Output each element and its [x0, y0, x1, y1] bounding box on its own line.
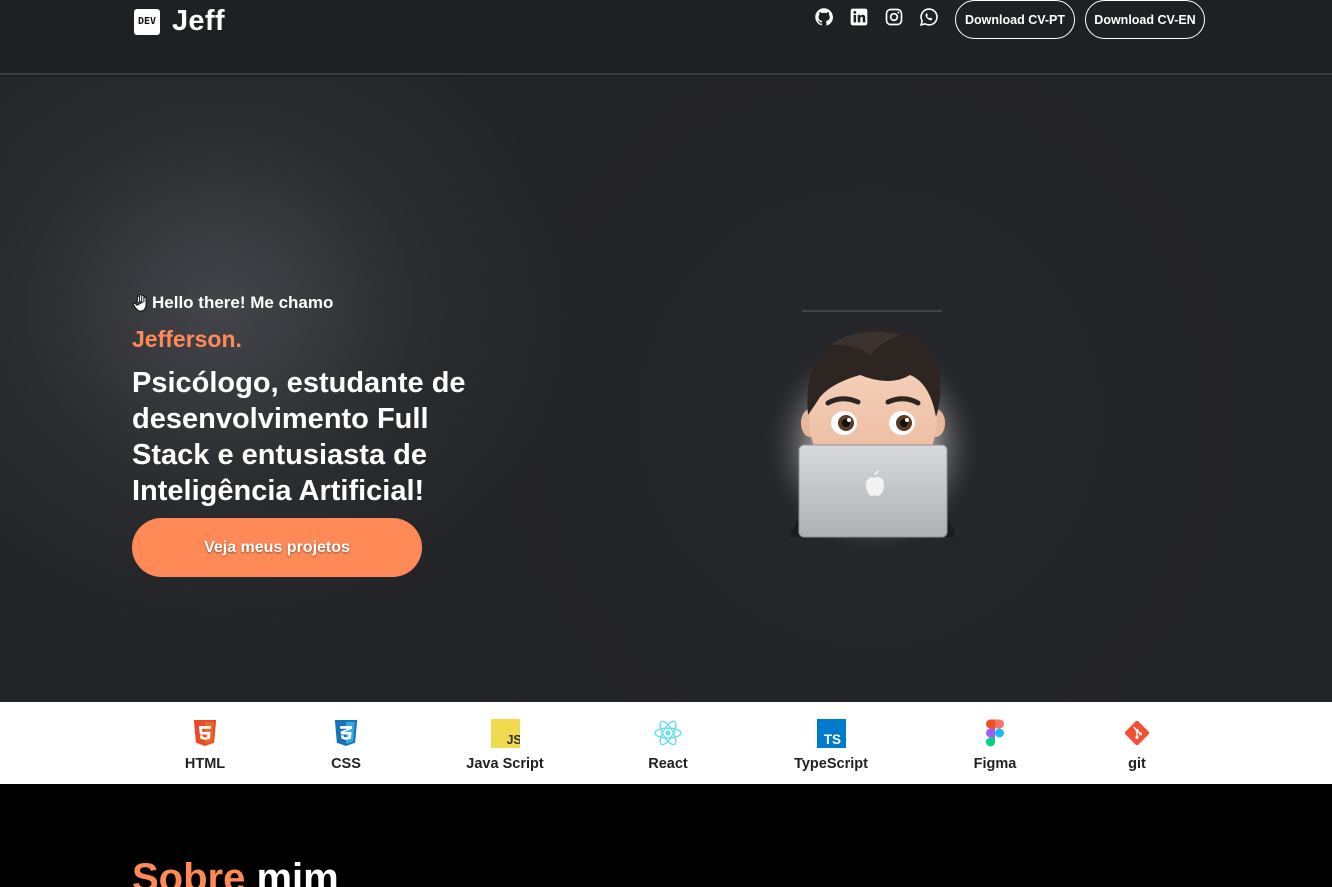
skill-html: HTML — [145, 718, 265, 772]
whatsapp-icon[interactable] — [919, 7, 939, 27]
linkedin-icon[interactable] — [849, 7, 869, 27]
view-projects-button[interactable]: Veja meus projetos — [132, 518, 422, 577]
skill-figma: Figma — [935, 718, 1055, 772]
svg-text:JS: JS — [506, 733, 520, 747]
about-title-accent: Sobre — [132, 856, 246, 887]
about-title-rest: mim — [256, 856, 339, 887]
typescript-icon: TS — [816, 718, 846, 748]
site-header: DEV Jeff Download CV-PT Download CV-EN — [0, 0, 1332, 75]
css3-icon — [331, 718, 361, 748]
hero-section: Hello there! Me chamo Jefferson. Psicólo… — [0, 77, 1332, 702]
waving-hand-icon — [132, 294, 147, 312]
javascript-icon: JS — [490, 718, 520, 748]
instagram-icon[interactable] — [884, 7, 904, 27]
html5-icon — [190, 718, 220, 748]
hero-headline: Psicólogo, estudante de desenvolvimento … — [132, 367, 466, 507]
download-cv-pt-button[interactable]: Download CV-PT — [955, 0, 1075, 39]
skill-javascript: JS Java Script — [445, 718, 565, 772]
skill-git: git — [1077, 718, 1197, 772]
skill-label: Java Script — [466, 756, 544, 772]
figma-icon — [980, 718, 1010, 748]
greeting: Hello there! Me chamo — [132, 293, 333, 313]
avatar-illustration — [763, 310, 983, 555]
skill-label: CSS — [331, 756, 361, 772]
skill-label: HTML — [184, 756, 226, 772]
skill-typescript: TS TypeScript — [771, 718, 891, 772]
react-icon — [653, 718, 683, 748]
skill-label: git — [1128, 756, 1146, 772]
social-links — [814, 7, 939, 27]
about-section: Sobre mim — [0, 784, 1332, 887]
greeting-text: Hello there! Me chamo — [152, 293, 334, 312]
svg-text:TS: TS — [823, 732, 840, 747]
skill-css: CSS — [286, 718, 406, 772]
skill-label: React — [648, 756, 688, 772]
skill-react: React — [608, 718, 728, 772]
skill-label: Figma — [973, 756, 1017, 772]
skills-bar: HTML CSS JS Java Script React TS TypeScr… — [0, 702, 1332, 784]
download-cv-en-button[interactable]: Download CV-EN — [1085, 0, 1205, 39]
brand-logo[interactable]: DEV Jeff — [134, 5, 225, 38]
skill-label: TypeScript — [794, 756, 868, 772]
hero-name: Jefferson. — [132, 326, 242, 352]
brand-name: Jeff — [172, 5, 225, 37]
dev-badge: DEV — [134, 8, 160, 35]
git-icon — [1122, 718, 1152, 748]
about-title: Sobre mim — [132, 856, 339, 887]
github-icon[interactable] — [814, 7, 834, 27]
